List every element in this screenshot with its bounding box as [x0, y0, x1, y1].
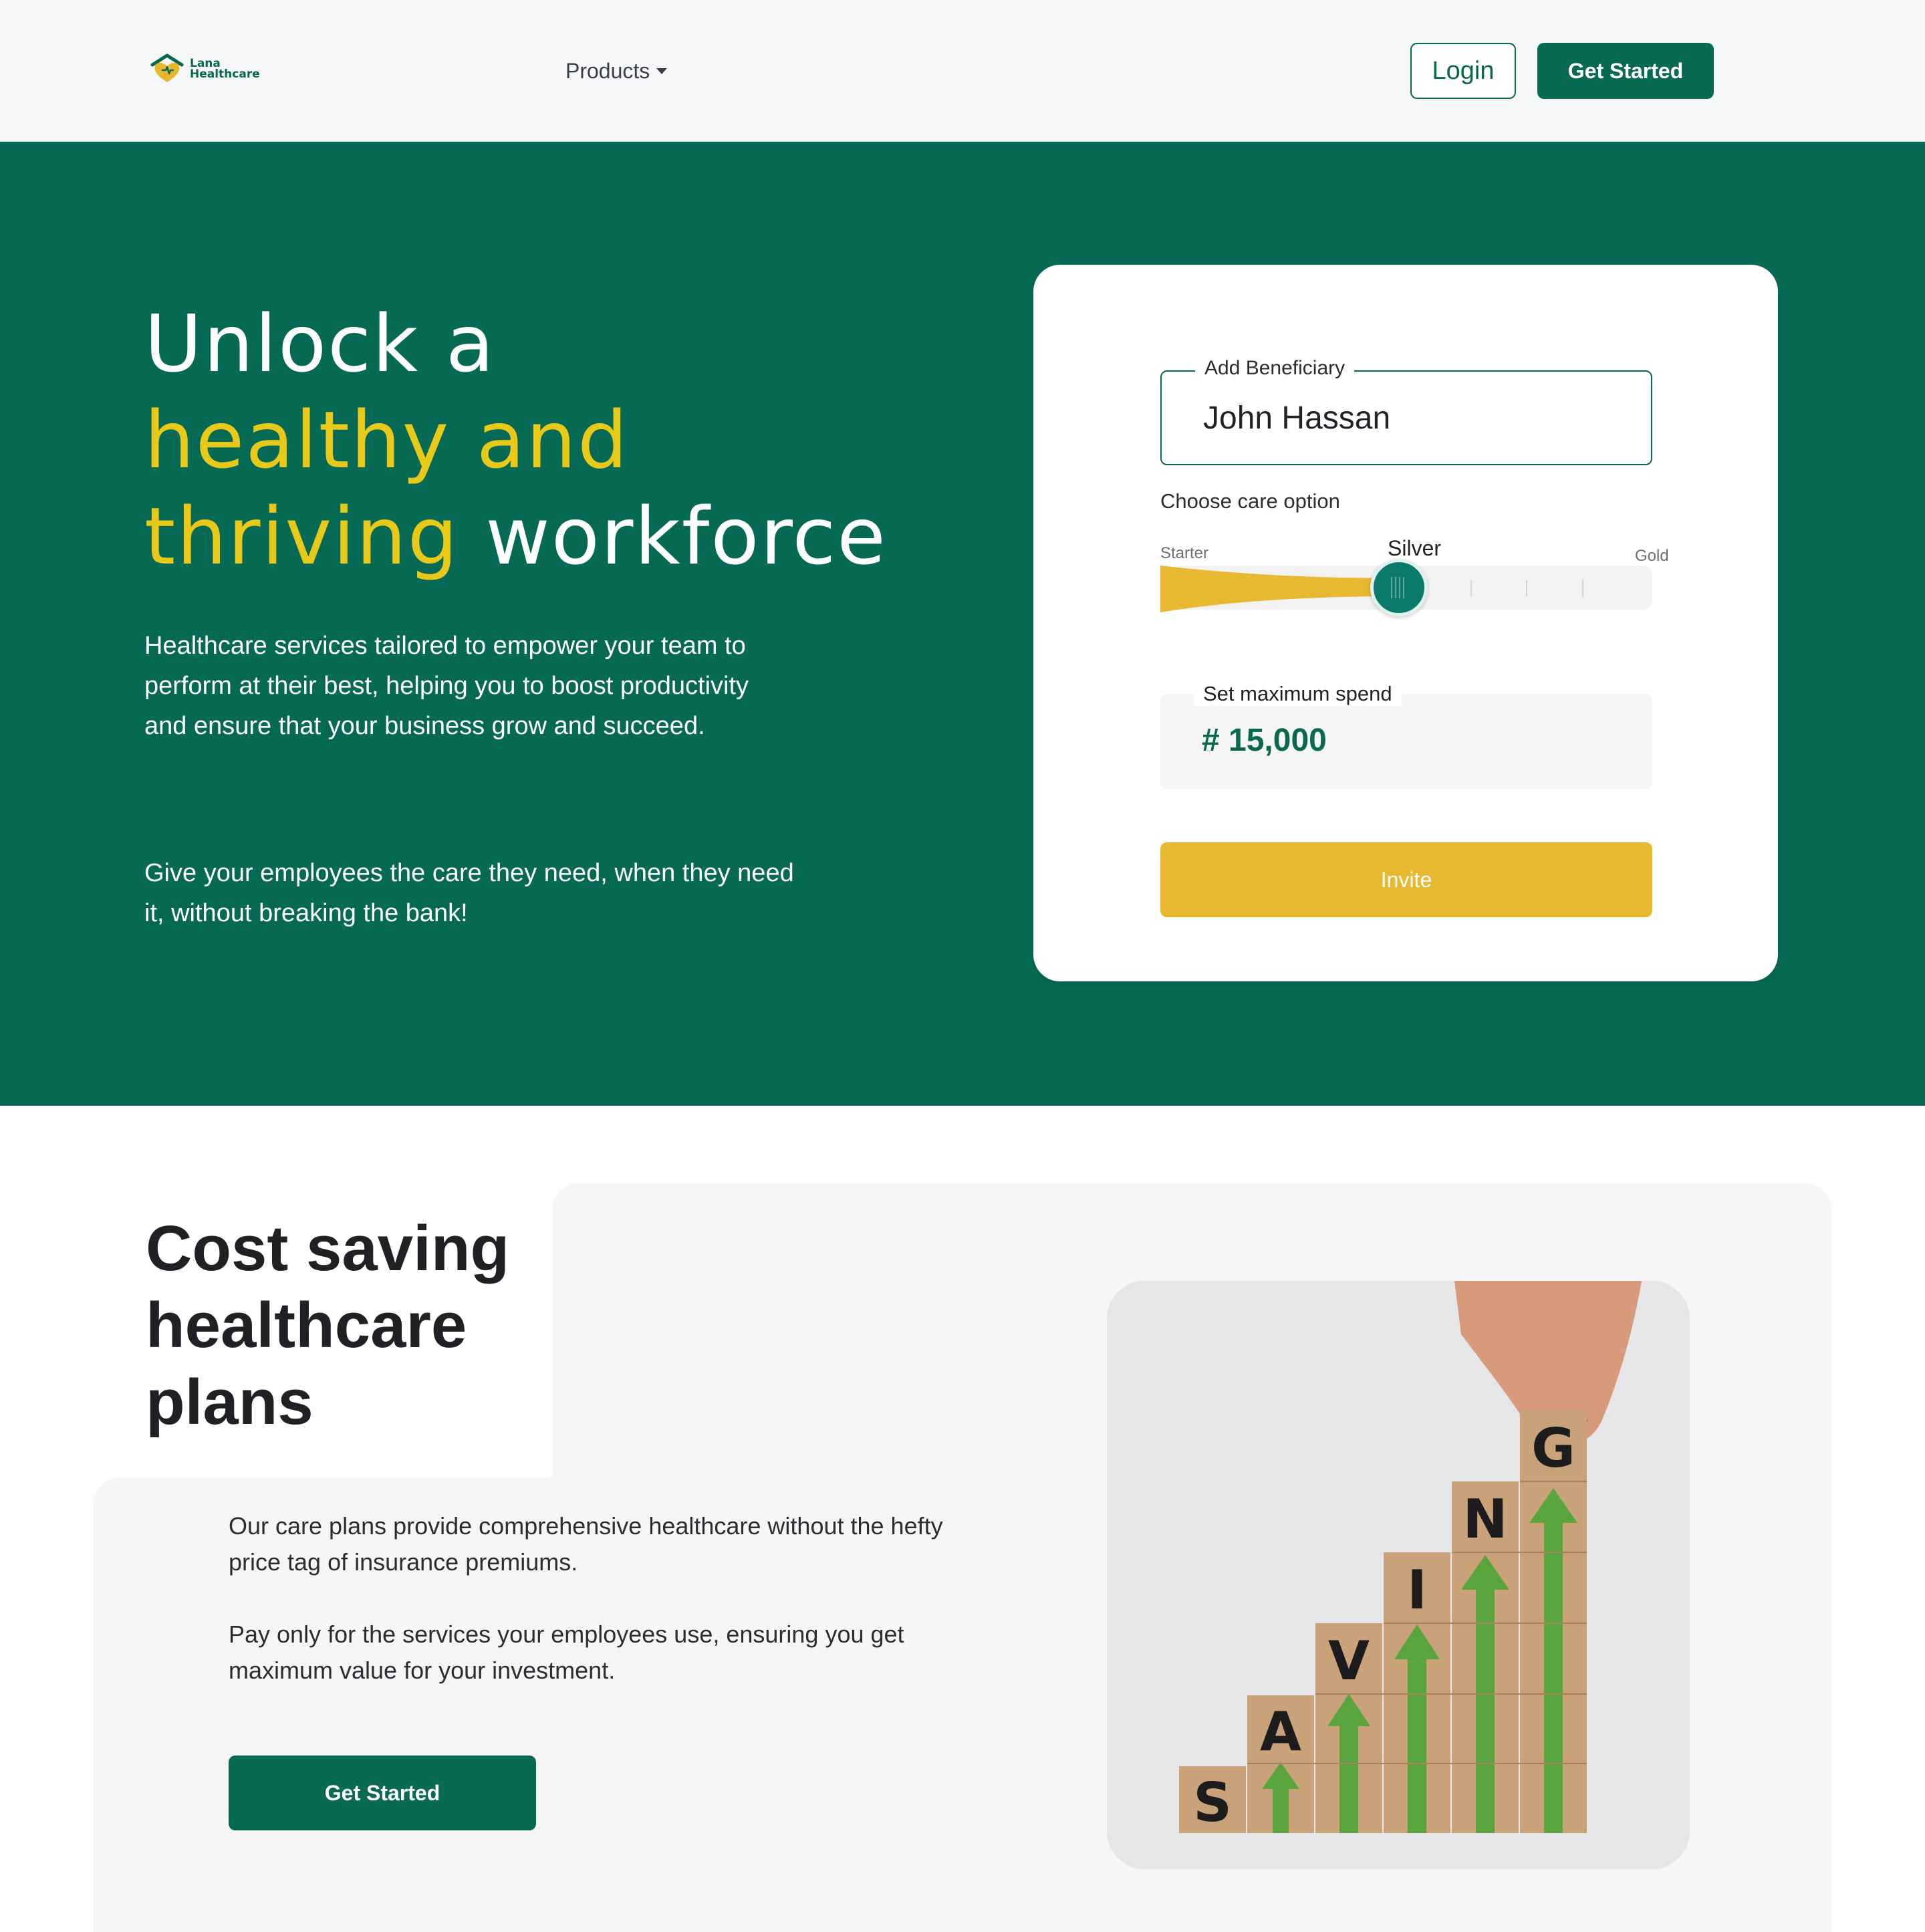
invite-card: Add Beneficiary John Hassan Choose care … — [1033, 265, 1778, 981]
products-menu[interactable]: Products — [565, 57, 668, 84]
hero-title-part4: workforce — [485, 490, 887, 582]
hero-title-part3: thriving — [144, 490, 459, 582]
letter-a: A — [1260, 1701, 1301, 1763]
get-started-nav-button[interactable]: Get Started — [1537, 43, 1714, 99]
brand-line2: Healthcare — [190, 68, 260, 81]
navbar: Lana Healthcare Products Login Get Start… — [0, 0, 1925, 142]
care-option-label: Choose care option — [1160, 489, 1340, 513]
letter-n: N — [1463, 1488, 1508, 1550]
caret-down-icon — [656, 68, 668, 74]
max-spend-input[interactable]: # 15,000 — [1202, 722, 1327, 759]
cost-section-paragraph-1: Our care plans provide comprehensive hea… — [229, 1512, 943, 1576]
cost-section-paragraph-2: Pay only for the services your employees… — [229, 1620, 904, 1684]
beneficiary-input[interactable]: John Hassan — [1203, 400, 1390, 437]
max-spend-label: Set maximum spend — [1194, 682, 1402, 706]
hero-title: Unlock a healthy and thriving workforce — [144, 295, 1013, 584]
letter-v: V — [1328, 1630, 1370, 1692]
heart-logo-icon — [148, 50, 186, 88]
brand-name: Lana Healthcare — [190, 58, 260, 80]
brand-logo[interactable]: Lana Healthcare — [148, 48, 260, 90]
slider-handle[interactable] — [1370, 559, 1428, 616]
products-label: Products — [565, 58, 650, 83]
hero-title-part1: Unlock a — [144, 297, 496, 390]
max-spend-field[interactable]: Set maximum spend # 15,000 — [1160, 682, 1652, 789]
login-button[interactable]: Login — [1410, 43, 1516, 99]
hero-paragraph-2: Give your employees the care they need, … — [144, 859, 794, 927]
letter-g: G — [1531, 1417, 1575, 1479]
hero-section: Unlock a healthy and thriving workforce … — [0, 142, 1925, 1106]
hero-paragraph-1: Healthcare services tailored to empower … — [144, 632, 749, 740]
care-option-silver[interactable]: Silver — [1388, 536, 1441, 561]
hero-title-part2: healthy and — [144, 394, 629, 486]
get-started-section-button[interactable]: Get Started — [229, 1756, 536, 1830]
letter-i: I — [1407, 1559, 1427, 1621]
cost-section-title: Cost saving healthcare plans — [146, 1213, 510, 1438]
invite-button[interactable]: Invite — [1160, 842, 1652, 917]
beneficiary-label: Add Beneficiary — [1195, 357, 1355, 380]
beneficiary-field[interactable]: Add Beneficiary John Hassan — [1160, 357, 1652, 465]
saving-blocks-image: S A V I N G — [1107, 1281, 1690, 1869]
letter-s: S — [1193, 1772, 1232, 1834]
